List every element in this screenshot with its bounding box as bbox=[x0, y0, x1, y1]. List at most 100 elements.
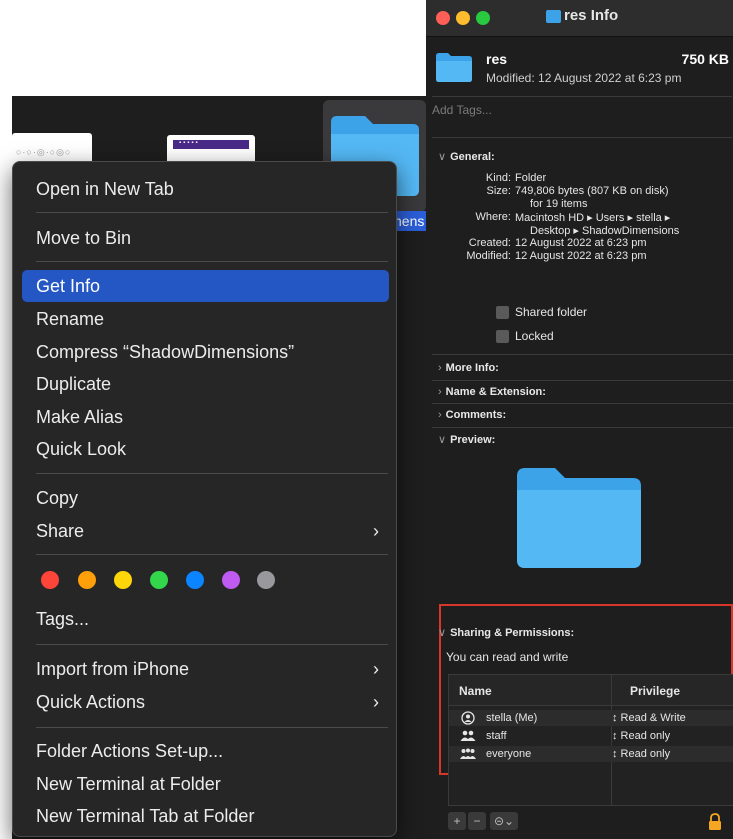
menu-item-share[interactable]: Share › bbox=[22, 515, 389, 547]
table-row[interactable]: stella (Me) ↕ Read & Write bbox=[449, 710, 733, 726]
everyone-icon bbox=[460, 748, 476, 759]
size-label: Size: bbox=[486, 185, 511, 197]
menu-separator bbox=[36, 644, 388, 645]
file-size: 750 KB bbox=[681, 51, 729, 67]
close-button[interactable] bbox=[436, 11, 450, 25]
size-value: 749,806 bytes (807 KB on disk) bbox=[515, 185, 669, 197]
column-header-privilege[interactable]: Privilege bbox=[630, 684, 680, 698]
modified-label: Modified: bbox=[466, 250, 511, 262]
menu-item-rename[interactable]: Rename bbox=[22, 303, 389, 335]
tags-placeholder: Add Tags... bbox=[432, 103, 492, 117]
tag-red-dot[interactable] bbox=[41, 571, 59, 589]
kind-value: Folder bbox=[515, 172, 547, 184]
zoom-button[interactable] bbox=[476, 11, 490, 25]
permission-user-name: everyone bbox=[486, 748, 532, 760]
permission-summary: You can read and write bbox=[446, 650, 569, 664]
section-more-info-label: More Info: bbox=[445, 362, 499, 374]
table-row[interactable]: staff ↕ Read only bbox=[449, 728, 733, 744]
permission-privilege-select[interactable]: ↕ Read only bbox=[612, 746, 670, 762]
menu-item-quick-actions-label: Quick Actions bbox=[36, 692, 146, 712]
folder-icon bbox=[546, 10, 561, 23]
menu-item-get-info[interactable]: Get Info bbox=[22, 270, 389, 302]
chevron-right-icon: › bbox=[373, 692, 379, 712]
chevron-right-icon: › bbox=[373, 521, 379, 541]
thumbnail-header-bar: ▪▪▪▪▪ bbox=[173, 140, 249, 149]
shared-folder-checkbox[interactable] bbox=[496, 306, 509, 319]
info-window: res Info res 750 KB Modified: 12 August … bbox=[426, 0, 733, 839]
permissions-toolbar: + − ⊝⌄ bbox=[448, 812, 733, 836]
menu-separator bbox=[36, 554, 388, 555]
table-row[interactable]: everyone ↕ Read only bbox=[449, 746, 733, 762]
thumbnail-header-text: ▪▪▪▪▪ bbox=[179, 140, 200, 146]
permission-privilege-select[interactable]: ↕ Read & Write bbox=[612, 710, 686, 726]
menu-item-tags[interactable]: Tags... bbox=[22, 603, 389, 635]
add-user-button[interactable]: + bbox=[448, 812, 466, 830]
permissions-table: Name Privilege stella (Me) ↕ Read & Writ… bbox=[448, 674, 733, 806]
where-row: Where: Macintosh HD ▸ Users ▸ stella ▸ bbox=[476, 211, 671, 224]
chevron-down-icon: ∨ bbox=[438, 151, 447, 163]
menu-item-compress[interactable]: Compress “ShadowDimensions” bbox=[22, 336, 389, 368]
menu-item-import-from-iphone[interactable]: Import from iPhone › bbox=[22, 653, 389, 685]
modified-row: Modified: 12 August 2022 at 6:23 pm bbox=[466, 250, 646, 262]
menu-item-quick-look[interactable]: Quick Look bbox=[22, 433, 389, 465]
tag-green-dot[interactable] bbox=[150, 571, 168, 589]
section-name-extension[interactable]: › Name & Extension: bbox=[438, 386, 546, 398]
divider bbox=[432, 354, 733, 355]
where-row-2: Desktop ▸ ShadowDimensions bbox=[530, 225, 680, 237]
menu-separator bbox=[36, 212, 388, 213]
shared-folder-label: Shared folder bbox=[515, 305, 588, 319]
section-general-label: General: bbox=[450, 151, 495, 163]
context-menu: Open in New Tab Move to Bin Get Info Ren… bbox=[12, 161, 397, 837]
tag-gray-dot[interactable] bbox=[257, 571, 275, 589]
section-general[interactable]: ∨ General: bbox=[438, 150, 495, 163]
section-comments-label: Comments: bbox=[445, 409, 507, 421]
chevron-down-icon: ∨ bbox=[438, 627, 447, 639]
created-row: Created: 12 August 2022 at 6:23 pm bbox=[469, 237, 647, 249]
tag-yellow-dot[interactable] bbox=[114, 571, 132, 589]
locked-checkbox[interactable] bbox=[496, 330, 509, 343]
modified-date: Modified: 12 August 2022 at 6:23 pm bbox=[486, 71, 682, 85]
permission-privilege-select[interactable]: ↕ Read only bbox=[612, 728, 670, 744]
section-sharing-permissions[interactable]: ∨ Sharing & Permissions: bbox=[438, 626, 574, 639]
divider bbox=[432, 403, 733, 404]
title-bar: res Info bbox=[426, 0, 733, 37]
menu-item-folder-actions-setup[interactable]: Folder Actions Set-up... bbox=[22, 735, 389, 767]
menu-item-duplicate[interactable]: Duplicate bbox=[22, 368, 389, 400]
menu-item-open-in-new-tab[interactable]: Open in New Tab bbox=[22, 173, 389, 205]
tag-purple-dot[interactable] bbox=[222, 571, 240, 589]
section-comments[interactable]: › Comments: bbox=[438, 409, 506, 421]
permission-user-name: stella (Me) bbox=[486, 712, 538, 724]
group-icon bbox=[460, 730, 476, 741]
window-title: res Info bbox=[564, 7, 619, 24]
section-preview-label: Preview: bbox=[450, 434, 496, 446]
menu-separator bbox=[36, 473, 388, 474]
tag-orange-dot[interactable] bbox=[78, 571, 96, 589]
section-sharing-label: Sharing & Permissions: bbox=[450, 627, 575, 639]
table-header: Name Privilege bbox=[449, 675, 733, 706]
menu-item-make-alias[interactable]: Make Alias bbox=[22, 401, 389, 433]
menu-separator bbox=[36, 727, 388, 728]
menu-item-quick-actions[interactable]: Quick Actions › bbox=[22, 686, 389, 718]
minimize-button[interactable] bbox=[456, 11, 470, 25]
column-header-name[interactable]: Name bbox=[459, 684, 492, 698]
size-row-2: for 19 items bbox=[530, 198, 588, 210]
menu-item-move-to-bin[interactable]: Move to Bin bbox=[22, 222, 389, 254]
menu-item-new-terminal-tab[interactable]: New Terminal Tab at Folder bbox=[22, 800, 389, 832]
divider bbox=[432, 427, 733, 428]
section-more-info[interactable]: › More Info: bbox=[438, 362, 499, 374]
menu-item-new-terminal[interactable]: New Terminal at Folder bbox=[22, 768, 389, 800]
divider bbox=[432, 380, 733, 381]
folder-icon bbox=[517, 468, 641, 568]
where-label: Where: bbox=[475, 211, 511, 223]
action-menu-button[interactable]: ⊝⌄ bbox=[490, 812, 518, 830]
tag-blue-dot[interactable] bbox=[186, 571, 204, 589]
menu-item-copy[interactable]: Copy bbox=[22, 482, 389, 514]
menu-item-share-label: Share bbox=[36, 521, 85, 541]
selected-folder-label[interactable]: hens bbox=[394, 211, 426, 231]
section-preview[interactable]: ∨ Preview: bbox=[438, 433, 495, 446]
lock-icon[interactable] bbox=[707, 813, 723, 831]
chevron-right-icon: › bbox=[438, 362, 442, 374]
user-circle-icon bbox=[461, 711, 475, 725]
remove-user-button[interactable]: − bbox=[468, 812, 486, 830]
section-name-extension-label: Name & Extension: bbox=[445, 386, 546, 398]
